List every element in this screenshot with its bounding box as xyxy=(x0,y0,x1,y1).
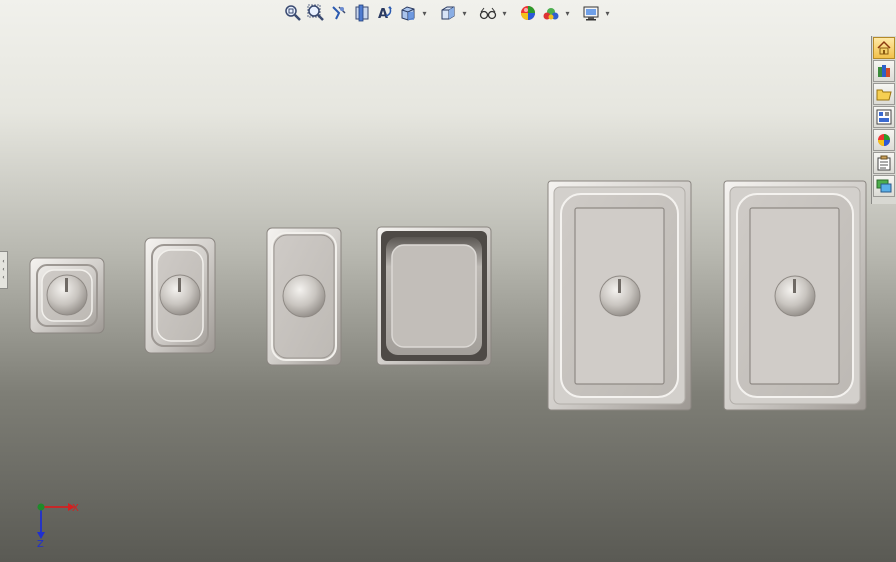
file-explorer-icon[interactable] xyxy=(873,83,895,105)
view-orientation-icon[interactable] xyxy=(397,3,418,23)
chevron-right-icon: ‹ xyxy=(2,274,5,281)
solidworks-resources-icon[interactable] xyxy=(873,37,895,59)
solidworks-forum-icon[interactable] xyxy=(873,175,895,197)
view-settings-icon[interactable] xyxy=(580,3,601,23)
graphics-viewport[interactable]: A ▾ ▾ ▾ ▾ ▾ ‹ ‹ ‹ X Z xyxy=(0,0,896,562)
pan-1-2[interactable] xyxy=(376,226,492,366)
hide-show-items-dropdown[interactable]: ▾ xyxy=(500,3,509,23)
chevron-right-icon: ‹ xyxy=(2,266,5,273)
zoom-to-area-icon[interactable] xyxy=(305,3,326,23)
apply-scene-icon[interactable] xyxy=(540,3,561,23)
triad-origin xyxy=(37,503,45,511)
lid-1-4[interactable] xyxy=(144,237,216,354)
dynamic-annotation-views-icon[interactable]: A xyxy=(374,3,395,23)
z-axis-arrow xyxy=(37,532,45,539)
chevron-right-icon: ‹ xyxy=(2,258,5,265)
svg-text:A: A xyxy=(378,7,388,22)
z-axis-label: Z xyxy=(37,539,44,550)
display-style-icon[interactable] xyxy=(437,3,458,23)
section-view-icon[interactable] xyxy=(351,3,372,23)
view-settings-dropdown[interactable]: ▾ xyxy=(603,3,612,23)
view-orientation-dropdown[interactable]: ▾ xyxy=(420,3,429,23)
lid-1-3[interactable] xyxy=(266,227,342,366)
view-palette-icon[interactable] xyxy=(873,106,895,128)
apply-scene-dropdown[interactable]: ▾ xyxy=(563,3,572,23)
lid-1-1-b[interactable] xyxy=(723,180,867,411)
display-style-dropdown[interactable]: ▾ xyxy=(460,3,469,23)
hide-show-items-icon[interactable] xyxy=(477,3,498,23)
lid-1-1-a[interactable] xyxy=(547,180,692,411)
previous-view-icon[interactable] xyxy=(328,3,349,23)
design-library-icon[interactable] xyxy=(873,60,895,82)
task-pane xyxy=(871,36,896,204)
edit-appearance-icon[interactable] xyxy=(517,3,538,23)
custom-properties-icon[interactable] xyxy=(873,152,895,174)
heads-up-view-toolbar: A ▾ ▾ ▾ ▾ ▾ xyxy=(282,2,612,24)
zoom-to-fit-icon[interactable] xyxy=(282,3,303,23)
lid-1-6[interactable] xyxy=(29,257,105,334)
featuremanager-expand-tab[interactable]: ‹ ‹ ‹ xyxy=(0,251,8,289)
appearances-scenes-icon[interactable] xyxy=(873,129,895,151)
x-axis-label: X xyxy=(72,503,79,514)
reference-triad: X Z xyxy=(37,503,79,550)
model-graphics xyxy=(29,180,867,411)
